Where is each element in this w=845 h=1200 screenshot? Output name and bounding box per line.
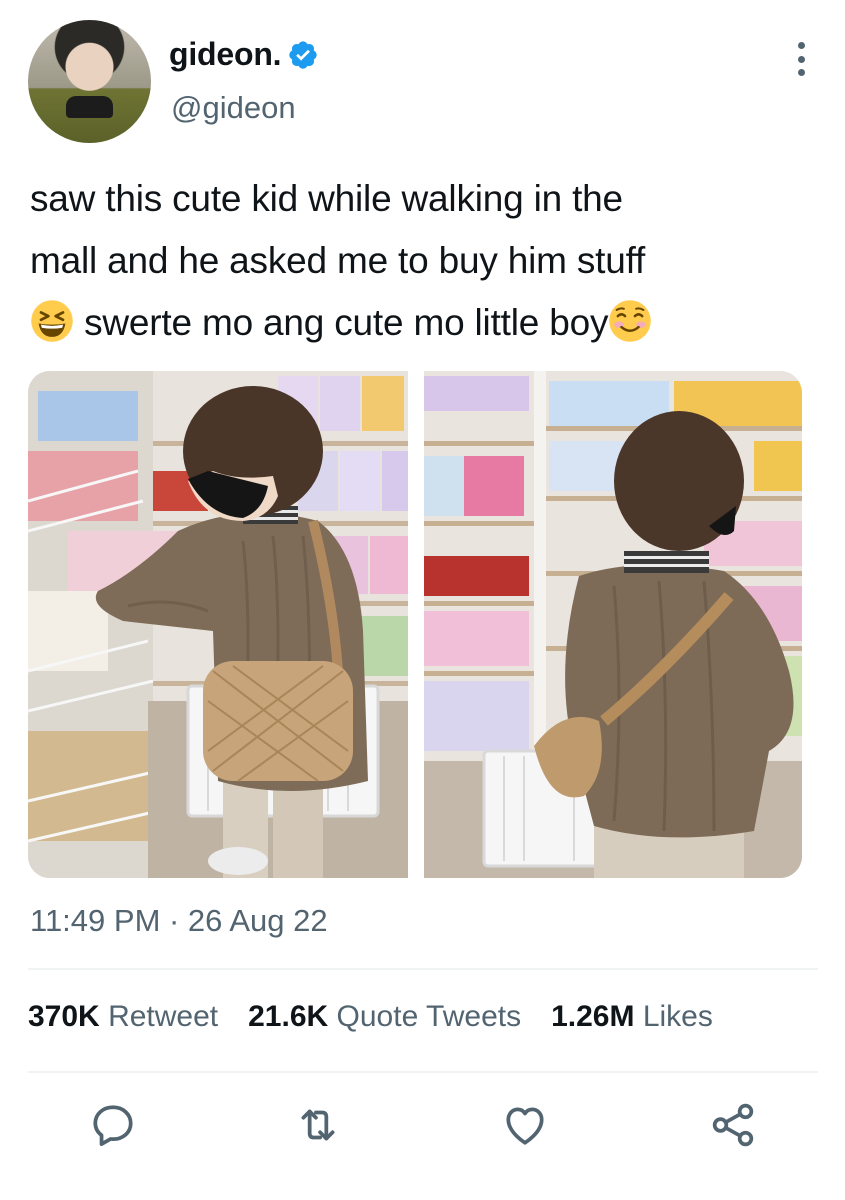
divider-top xyxy=(28,968,818,970)
retweet-count: 370K xyxy=(28,1000,100,1033)
tweet-actions xyxy=(0,1100,845,1160)
tweet-text-line-3: swerte mo ang cute mo little boy xyxy=(30,292,820,354)
tweet-text-line-3-text: swerte mo ang cute mo little boy xyxy=(84,302,609,343)
retweet-label: Retweet xyxy=(108,1000,219,1033)
tweet-text-line-2: mall and he asked me to buy him stuff xyxy=(30,240,646,281)
verified-badge-icon xyxy=(289,40,318,69)
tweet-media[interactable] xyxy=(28,371,802,878)
tweet-text: saw this cute kid while walking in the m… xyxy=(30,168,820,354)
author-handle[interactable]: @gideon xyxy=(171,90,296,126)
photo-right-illustration xyxy=(424,371,802,878)
likes-stat[interactable]: 1.26M Likes xyxy=(551,1000,713,1034)
author-name-row: gideon. xyxy=(169,36,319,73)
retweet-icon[interactable] xyxy=(293,1100,343,1150)
photo-child-shopping-left[interactable] xyxy=(28,371,408,878)
like-icon[interactable] xyxy=(500,1100,550,1150)
photo-left-illustration xyxy=(28,371,408,878)
smiling-face-emoji-icon xyxy=(609,300,652,342)
tweet-timestamp[interactable]: 11:49 PM · 26 Aug 22 xyxy=(30,903,328,939)
quote-label: Quote Tweets xyxy=(336,1000,522,1033)
reply-icon[interactable] xyxy=(88,1100,138,1150)
divider-bottom xyxy=(28,1071,818,1073)
quote-count: 21.6K xyxy=(248,1000,329,1033)
more-options-icon[interactable] xyxy=(794,42,808,76)
share-icon[interactable] xyxy=(708,1100,758,1150)
tweet-text-line-1: saw this cute kid while walking in the xyxy=(30,178,623,219)
display-name[interactable]: gideon. xyxy=(169,36,282,73)
grinning-squinting-face-emoji-icon xyxy=(31,300,73,342)
likes-count: 1.26M xyxy=(551,1000,635,1033)
retweet-stat[interactable]: 370K Retweet xyxy=(28,1000,218,1034)
avatar[interactable] xyxy=(28,20,151,143)
likes-label: Likes xyxy=(642,1000,713,1033)
tweet-stats: 370K Retweet 21.6K Quote Tweets 1.26M Li… xyxy=(28,1000,713,1034)
tweet-header: gideon. @gideon xyxy=(28,20,818,145)
photo-child-shopping-right[interactable] xyxy=(424,371,802,878)
quote-stat[interactable]: 21.6K Quote Tweets xyxy=(248,1000,521,1034)
